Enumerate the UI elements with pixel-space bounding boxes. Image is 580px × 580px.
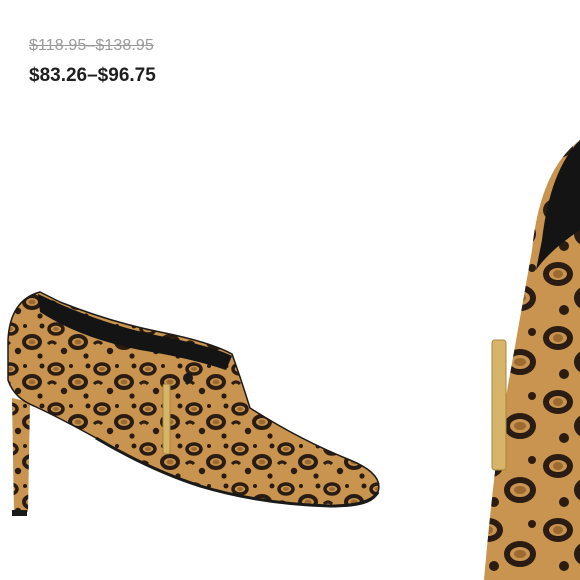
product-image[interactable] <box>0 280 390 520</box>
product-zoom-image[interactable] <box>470 130 580 580</box>
sale-price: $83.26–$96.75 <box>29 65 156 86</box>
price-block: $118.95–$138.95 $83.26–$96.75 <box>29 36 156 88</box>
original-price: $118.95–$138.95 <box>29 37 154 54</box>
